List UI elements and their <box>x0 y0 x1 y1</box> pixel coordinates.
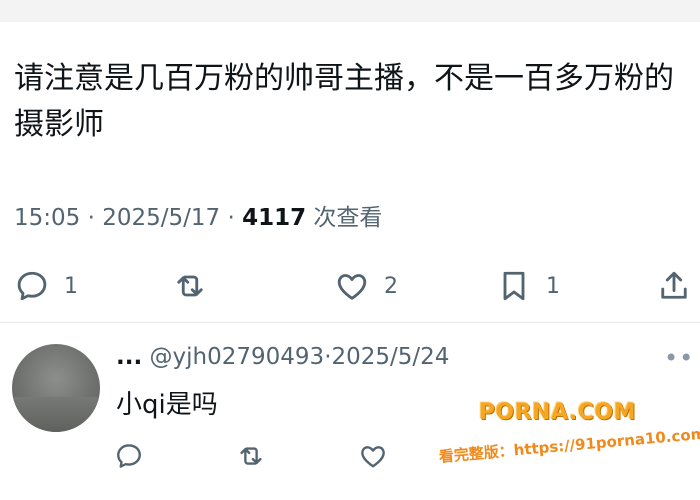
reply-date[interactable]: 2025/5/24 <box>332 344 450 370</box>
like-icon <box>337 274 367 300</box>
tweet-time: 15:05 <box>14 205 81 231</box>
reply-text: 小qi是吗 <box>116 390 218 420</box>
reply-count: 1 <box>64 273 78 299</box>
bookmark-button[interactable]: 1 <box>496 262 560 310</box>
views-count: 4117 <box>242 205 307 231</box>
reply-icon <box>17 271 47 301</box>
like-button[interactable]: 2 <box>334 262 398 310</box>
divider <box>0 322 700 323</box>
more-icon[interactable]: •• <box>664 344 694 372</box>
tweet-text: 请注意是几百万粉的帅哥主播，不是一百多万粉的摄影师 <box>14 61 674 142</box>
retweet-icon <box>177 275 203 297</box>
avatar[interactable] <box>12 344 100 432</box>
watermark-logo: PORNA.COM <box>478 400 636 425</box>
reply-separator: · <box>324 344 332 370</box>
reply-icon <box>117 444 141 468</box>
reply-retweet-button[interactable] <box>236 432 266 480</box>
reply-header: ... @yjh02790493·2025/5/24 <box>116 344 449 370</box>
views-label: 次查看 <box>306 205 383 231</box>
bookmark-count: 1 <box>546 273 560 299</box>
watermark-url: 看完整版：https://91porna10.com <box>438 424 700 466</box>
reply-handle[interactable]: @yjh02790493 <box>150 344 325 370</box>
reply-button[interactable]: 1 <box>14 262 78 310</box>
reply-reply-button[interactable] <box>114 432 144 480</box>
meta-separator: · <box>220 205 243 231</box>
like-icon <box>361 446 385 468</box>
like-count: 2 <box>384 273 398 299</box>
reply-like-button[interactable] <box>358 432 388 480</box>
retweet-icon <box>240 447 262 465</box>
tweet-meta: 15:05 · 2025/5/17 · 4117 次查看 <box>14 198 382 232</box>
tweet-action-bar: 1 2 1 <box>0 262 700 310</box>
bookmark-icon <box>503 271 525 301</box>
top-strip <box>0 0 700 22</box>
watermark: PORNA.COM 看完整版：https://91porna10.com <box>438 398 700 488</box>
retweet-button[interactable] <box>172 262 222 310</box>
share-button[interactable] <box>656 262 692 310</box>
tweet-date[interactable]: 2025/5/17 <box>102 205 220 231</box>
reply-author-name[interactable]: ... <box>116 344 142 370</box>
meta-separator: · <box>80 205 103 231</box>
share-icon <box>661 271 687 299</box>
